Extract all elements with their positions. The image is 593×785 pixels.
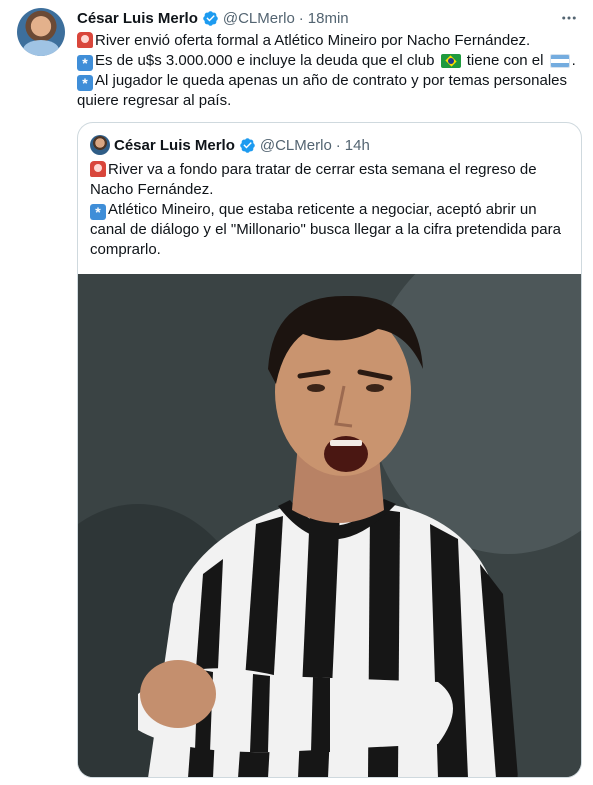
verified-badge-icon	[202, 10, 219, 27]
separator: ·	[335, 136, 341, 154]
quoted-line: canal de diálogo y el "Millonario" busca…	[90, 221, 561, 238]
quoted-tweet-text: River va a fondo para tratar de cerrar e…	[90, 160, 570, 260]
quoted-line: comprarlo.	[90, 241, 161, 258]
tweet-line-text: tiene con el	[466, 52, 544, 69]
player-photo[interactable]	[78, 274, 581, 777]
police-light-emoji	[77, 32, 93, 48]
quoted-tweet-timestamp: 14h	[344, 136, 370, 154]
verified-badge-icon	[239, 137, 256, 154]
tweet-avatar[interactable]	[17, 8, 65, 56]
author-handle[interactable]: @CLMerlo	[223, 10, 295, 27]
tweet-line-text: Al jugador le queda apenas un año de con…	[95, 72, 567, 89]
quoted-line: * Atlético Mineiro, que estaba reticente …	[90, 200, 570, 220]
tweet-line: River envió oferta formal a Atlético Min…	[77, 31, 582, 51]
tweet-line: * Es de u$s 3.000.000 e incluye la deuda …	[77, 51, 582, 71]
asterisk-emoji: *	[77, 55, 93, 71]
author-name[interactable]: César Luis Merlo	[77, 10, 198, 27]
tweet-line-text: River envió oferta formal a Atlético Min…	[95, 32, 531, 49]
tweet-line: quiere regresar al país.	[77, 92, 232, 109]
argentina-flag-emoji	[549, 54, 570, 68]
police-light-emoji	[90, 161, 106, 177]
more-options-icon[interactable]	[559, 8, 579, 28]
tweet-line-text: Es de u$s 3.000.000 e incluye la deuda q…	[95, 52, 435, 69]
quoted-line: River va a fondo para tratar de cerrar e…	[90, 160, 570, 180]
quoted-author-name: César Luis Merlo	[114, 136, 235, 154]
quoted-author-handle: @CLMerlo	[259, 136, 332, 154]
quoted-line: Nacho Fernández.	[90, 181, 214, 198]
quoted-line-text: Atlético Mineiro, que estaba reticente a…	[108, 201, 537, 218]
asterisk-emoji: *	[90, 204, 106, 220]
tweet-timestamp[interactable]: 18min	[308, 10, 349, 27]
quoted-line-text: River va a fondo para tratar de cerrar e…	[108, 161, 537, 178]
asterisk-emoji: *	[77, 75, 93, 91]
separator: ·	[298, 9, 304, 27]
tweet-line: * Al jugador le queda apenas un año de co…	[77, 71, 582, 91]
quoted-tweet-header: César Luis Merlo @CLMerlo · 14h	[90, 135, 370, 155]
quoted-tweet[interactable]: César Luis Merlo @CLMerlo · 14h River va…	[77, 122, 582, 778]
brazil-flag-emoji	[440, 54, 461, 68]
quoted-author-avatar	[90, 135, 110, 155]
tweet-line-text: .	[571, 52, 576, 69]
tweet-text: River envió oferta formal a Atlético Min…	[77, 31, 582, 111]
tweet-header: César Luis Merlo @CLMerlo · 18min	[77, 8, 349, 28]
